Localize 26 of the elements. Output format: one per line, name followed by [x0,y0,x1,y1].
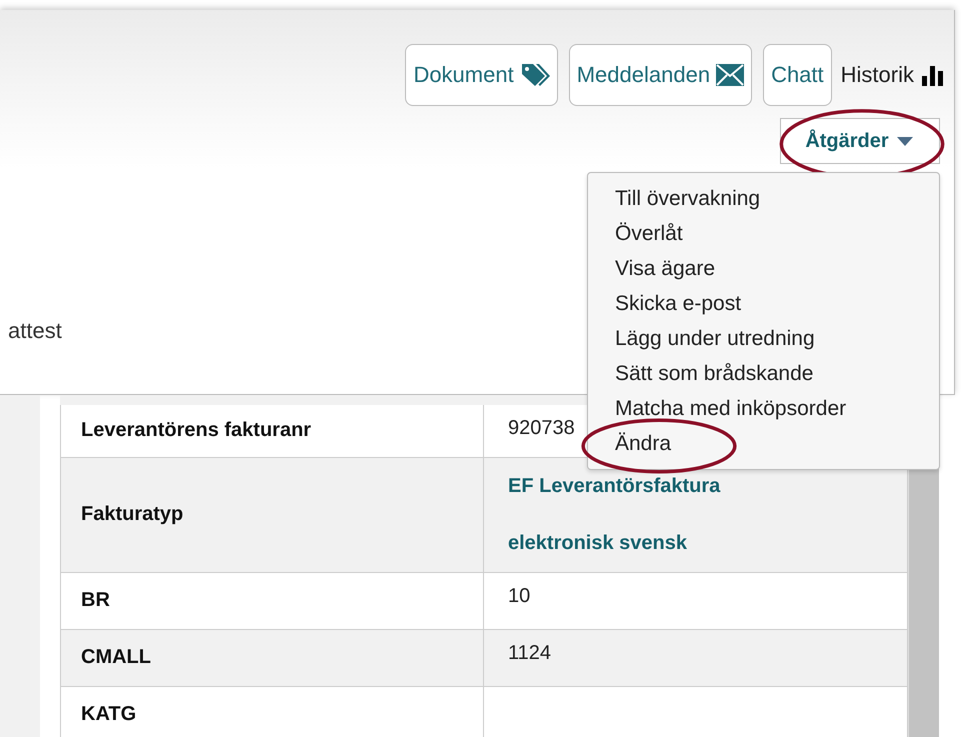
menu-item[interactable]: Visa ägare [615,257,716,280]
field-label: CMALL [81,646,151,668]
field-value: 10 [508,584,530,606]
field-label: Fakturatyp [81,503,184,525]
field-label: Leverantörens fakturanr [81,419,312,442]
menu-item[interactable]: Till övervakning [615,187,760,210]
bar-chart-icon [922,64,944,86]
caret-icon [896,136,913,146]
tags-icon [520,62,550,88]
history-link[interactable]: Historik [840,62,914,88]
actions-dropdown-button[interactable]: Åtgärder [780,118,940,164]
toolbar-button[interactable]: Dokument [405,44,558,106]
menu-item[interactable]: Ändra [615,432,672,455]
menu-item[interactable]: Skicka e-post [615,292,742,315]
menu-item[interactable]: Sätt som brådskande [615,362,814,385]
field-label: KATG [81,703,136,725]
field-label: BR [81,589,110,611]
menu-item[interactable]: Matcha med inköpsorder [615,397,846,420]
menu-item[interactable]: Lägg under utredning [615,327,815,350]
mail-icon [716,64,744,86]
field-value: 920738 [508,417,575,439]
field-value: 1124 [508,642,552,664]
menu-item[interactable]: Överlåt [615,222,683,245]
toolbar-button[interactable]: Chatt [763,44,832,106]
panel-text: attest [7,318,62,344]
toolbar-button[interactable]: Meddelanden [568,44,752,106]
